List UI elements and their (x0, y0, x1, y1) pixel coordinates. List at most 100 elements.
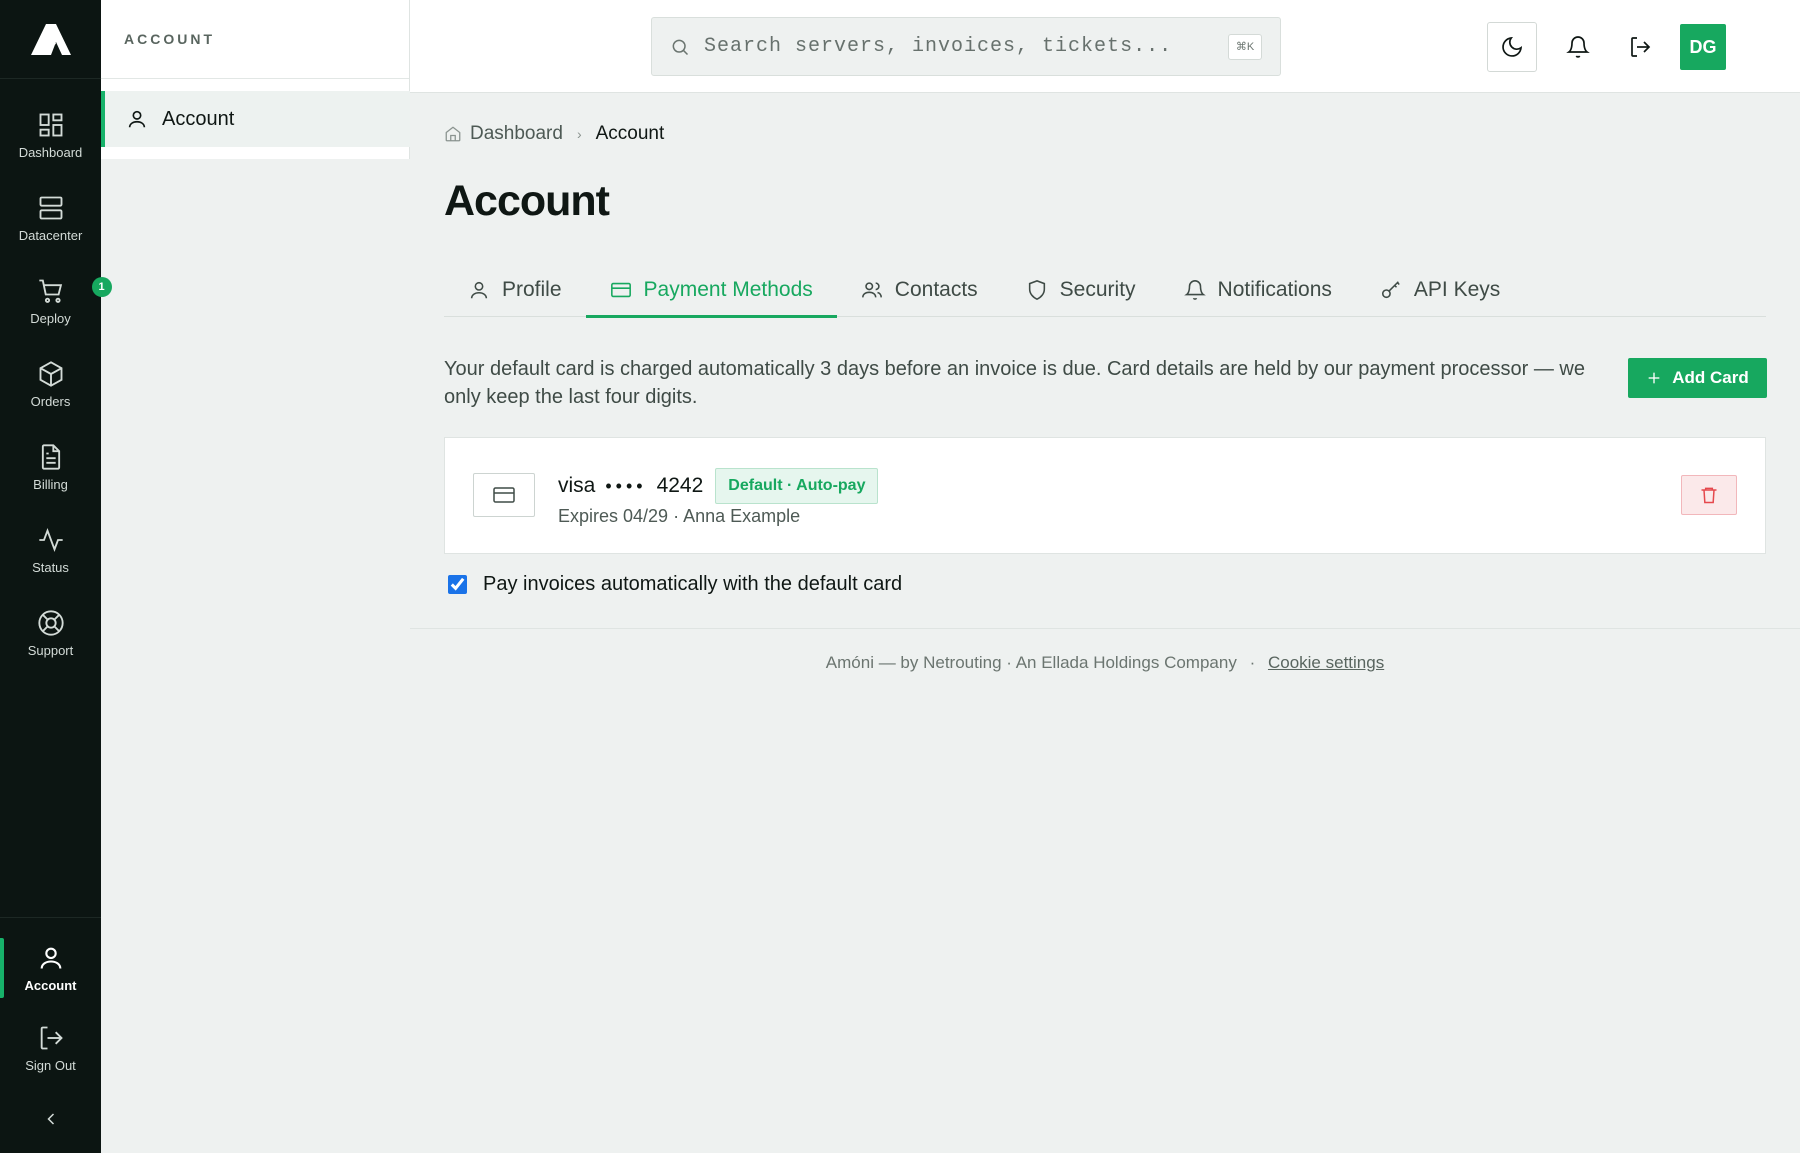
breadcrumb-current: Account (595, 123, 665, 144)
tab-api-keys[interactable]: API Keys (1356, 263, 1524, 317)
logo[interactable] (0, 0, 101, 79)
activity-icon (38, 527, 63, 552)
card-summary: visa •••• 4242 Default · Auto-pay (558, 468, 879, 504)
key-icon (1381, 281, 1400, 299)
rail-item-status[interactable]: Status (0, 514, 101, 586)
breadcrumb-home-link[interactable]: Dashboard (470, 123, 563, 145)
card-last4: 4242 (656, 474, 704, 497)
tab-label: API Keys (1413, 278, 1501, 301)
rail-item-account[interactable]: Account (0, 934, 101, 1002)
users-icon (861, 282, 882, 298)
tab-profile[interactable]: Profile (444, 263, 586, 317)
dashboard-grid-icon (39, 113, 62, 136)
collapse-rail-button[interactable] (0, 1098, 101, 1140)
logout-button[interactable] (1615, 22, 1665, 72)
payment-info-text: Your default card is charged automatical… (444, 358, 1585, 408)
footer-text: Amóni — by Netrouting · An Ellada Holdin… (825, 653, 1237, 672)
autopay-checkbox[interactable] (448, 575, 467, 594)
card-masked-digits: •••• (605, 475, 647, 496)
rail-item-datacenter[interactable]: Datacenter (0, 182, 101, 254)
rail-item-deploy[interactable]: 1 Deploy (0, 265, 112, 337)
tab-label: Payment Methods (643, 278, 813, 301)
cookie-settings-link[interactable]: Cookie settings (1268, 653, 1384, 672)
rail-label: Account (24, 977, 77, 993)
left-rail: Dashboard Datacenter 1 Deploy Orders Bil… (0, 0, 112, 1153)
tab-label: Profile (502, 278, 562, 301)
rail-item-billing[interactable]: Billing (0, 431, 101, 503)
credit-card-icon (610, 282, 631, 298)
package-icon (39, 360, 62, 387)
rail-label: Deploy (30, 310, 71, 326)
rail-item-dashboard[interactable]: Dashboard (0, 99, 101, 171)
rail-label: Dashboard (18, 144, 83, 160)
file-text-icon (41, 443, 60, 470)
autopay-option[interactable]: Pay invoices automatically with the defa… (448, 573, 902, 596)
tab-notifications[interactable]: Notifications (1160, 263, 1356, 317)
subnav-title: ACCOUNT (101, 0, 409, 79)
theme-toggle-button[interactable] (1487, 22, 1537, 72)
subnav-item-label: Account (162, 107, 235, 130)
plus-icon (1648, 372, 1660, 384)
bell-icon (1566, 36, 1590, 58)
add-card-label: Add Card (1672, 368, 1749, 387)
app: Dashboard Datacenter 1 Deploy Orders Bil… (0, 0, 1800, 1153)
tab-contacts[interactable]: Contacts (837, 263, 1002, 317)
shield-icon (1028, 280, 1045, 301)
subnav-item-account[interactable]: Account (101, 91, 410, 147)
trash-icon (1701, 487, 1717, 504)
breadcrumb: Dashboard › Account (444, 123, 664, 145)
add-card-button[interactable]: Add Card (1628, 358, 1767, 398)
rail-label: Support (27, 642, 74, 658)
user-icon (470, 281, 488, 299)
moon-icon (1502, 36, 1523, 57)
payment-card-row: visa •••• 4242 Default · Auto-pay Expire… (444, 437, 1766, 554)
card-details: Expires 04/29 · Anna Example (558, 506, 801, 526)
avatar[interactable]: DG (1680, 24, 1726, 70)
account-tabs: Profile Payment Methods Contacts Securit… (444, 263, 1766, 318)
search-input[interactable] (704, 35, 1228, 58)
footer: Amóni — by Netrouting · An Ellada Holdin… (410, 653, 1800, 673)
rail-item-orders[interactable]: Orders (0, 348, 101, 420)
search-box[interactable]: ⌘K (651, 17, 1281, 76)
lifebuoy-icon (37, 609, 64, 636)
default-autopay-badge: Default · Auto-pay (715, 468, 879, 504)
tab-payment-methods[interactable]: Payment Methods (585, 263, 838, 318)
search-icon (672, 39, 689, 55)
rail-divider (0, 917, 101, 918)
rail-label: Datacenter (18, 227, 83, 243)
page-title: Account (444, 177, 610, 225)
bell-icon (1183, 280, 1206, 300)
account-subnav: ACCOUNT Account (101, 0, 410, 159)
user-icon (40, 947, 61, 969)
tab-label: Security (1059, 278, 1136, 301)
home-icon (445, 126, 461, 142)
logout-icon (40, 1026, 63, 1049)
notifications-button[interactable] (1553, 22, 1603, 72)
cart-icon-wrap: 1 (37, 276, 112, 305)
card-thumbnail (473, 473, 535, 517)
topbar: ⌘K DG (410, 0, 1800, 93)
cart-icon (38, 279, 62, 303)
credit-card-icon (493, 487, 515, 503)
rail-item-support[interactable]: Support (0, 597, 101, 669)
rail-label: Status (32, 559, 69, 575)
footer-separator: · (1249, 653, 1256, 672)
rail-label: Billing (33, 476, 68, 492)
tab-security[interactable]: Security (1002, 263, 1160, 317)
brand-logo-icon (30, 24, 71, 55)
shortcut-hint: ⌘K (1228, 33, 1262, 60)
chevron-left-icon (46, 1113, 54, 1125)
autopay-label: Pay invoices automatically with the defa… (483, 573, 903, 595)
deploy-badge: 1 (91, 276, 112, 297)
breadcrumb-separator-icon: › (576, 126, 582, 142)
delete-card-button[interactable] (1681, 475, 1737, 515)
tab-label: Contacts (894, 278, 978, 301)
server-icon (39, 196, 62, 219)
footer-divider (410, 628, 1800, 629)
tab-label: Notifications (1217, 278, 1332, 301)
rail-label: Sign Out (25, 1057, 76, 1073)
card-brand: visa (558, 474, 596, 497)
rail-item-sign-out[interactable]: Sign Out (0, 1014, 101, 1082)
user-icon (128, 110, 146, 128)
rail-label: Orders (30, 393, 71, 409)
